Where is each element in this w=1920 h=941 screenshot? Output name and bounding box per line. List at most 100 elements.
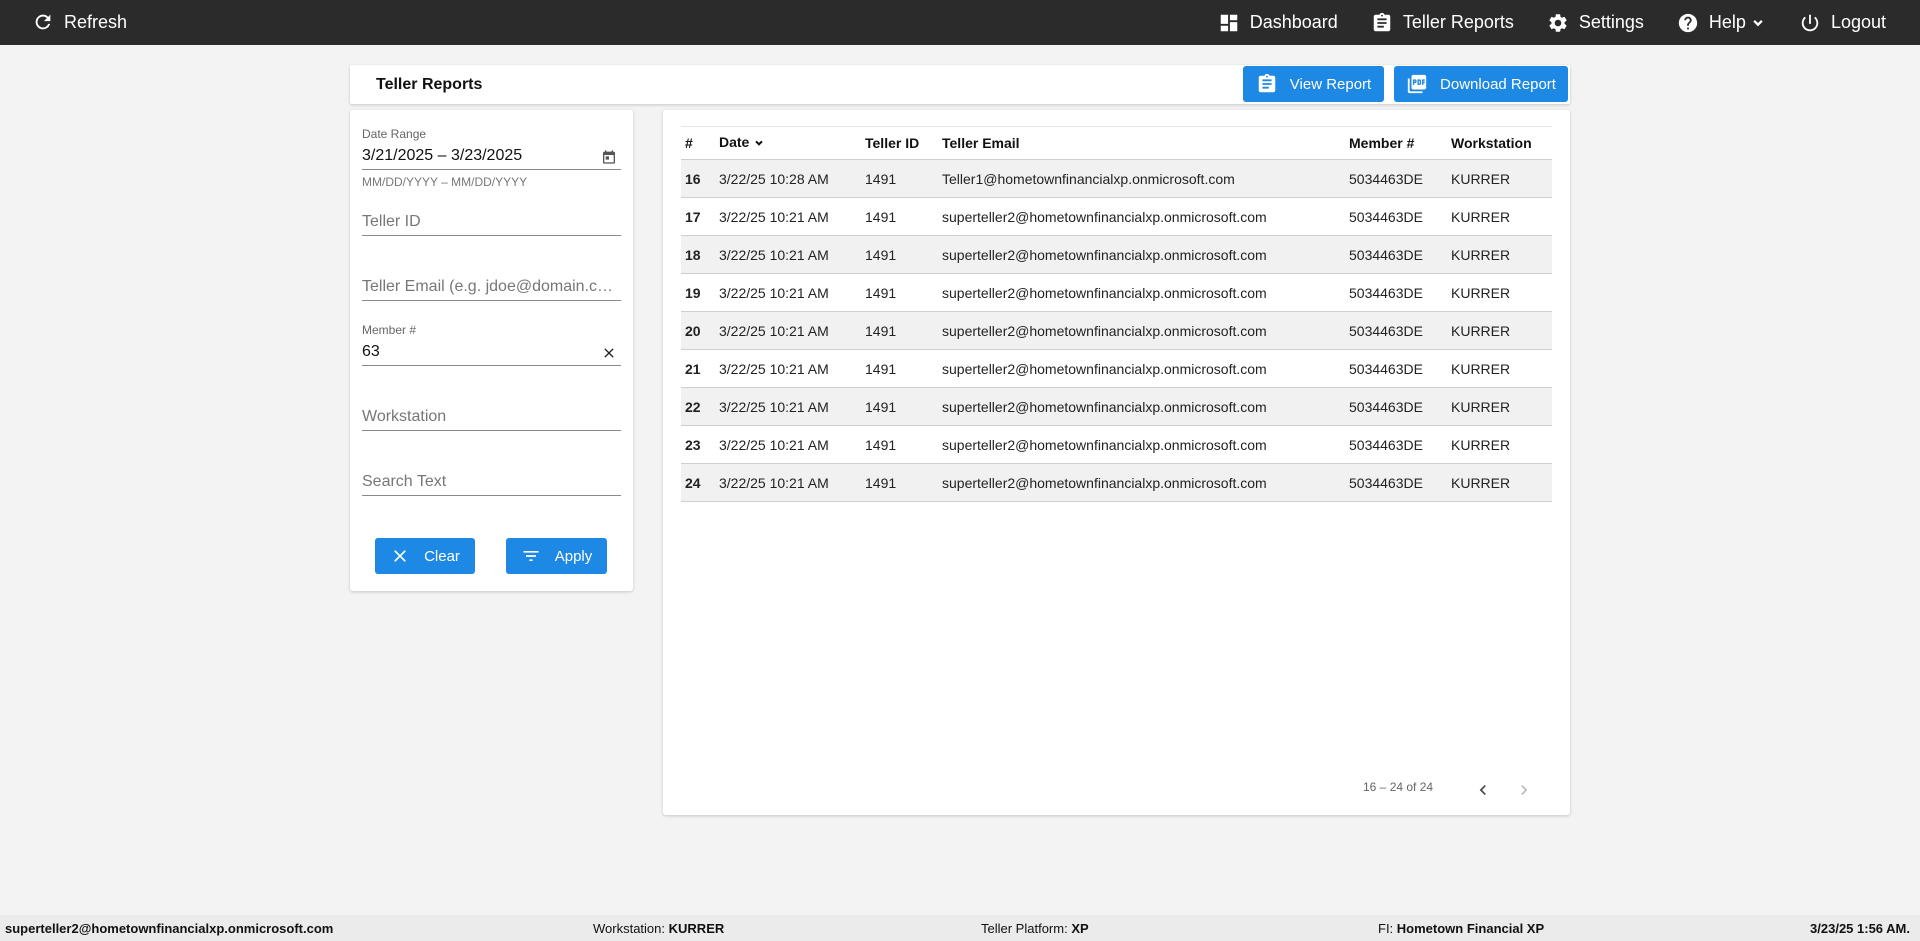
row-workstation: KURRER [1451, 360, 1511, 377]
column-header-member[interactable]: Member # [1345, 127, 1447, 160]
row-teller-id: 1491 [865, 398, 897, 415]
date-range-field[interactable]: Date Range 3/21/2025 – 3/23/2025 MM/DD/Y… [362, 127, 621, 189]
nav-teller-reports[interactable]: Teller Reports [1371, 12, 1514, 34]
view-report-button[interactable]: View Report [1243, 66, 1384, 102]
row-number: 19 [685, 284, 701, 301]
report-header: Teller Reports View Report Download Repo… [350, 65, 1570, 104]
teller-id-input[interactable] [362, 211, 621, 233]
calendar-button[interactable] [601, 149, 617, 170]
nav-dashboard[interactable]: Dashboard [1218, 12, 1338, 34]
member-number-label: Member # [362, 323, 417, 337]
row-teller-id: 1491 [865, 246, 897, 263]
table-row[interactable]: 18 3/22/25 10:21 AM 1491 superteller2@homet… [681, 235, 1552, 274]
apply-label: Apply [554, 547, 593, 565]
results-panel: # Date Teller ID Teller Email Member # W… [663, 110, 1570, 815]
column-header-teller-id[interactable]: Teller ID [861, 127, 938, 160]
page-title: Teller Reports [376, 76, 483, 93]
row-teller-email: superteller2@hometownfinancialxp.onmicro… [942, 474, 1267, 491]
row-workstation: KURRER [1451, 436, 1511, 453]
clear-label: Clear [424, 547, 460, 565]
row-workstation: KURRER [1451, 474, 1511, 491]
download-report-button[interactable]: Download Report [1394, 66, 1568, 102]
teller-email-underline [362, 300, 621, 301]
chevron-right-icon [1521, 785, 1528, 795]
table-row[interactable]: 16 3/22/25 10:28 AM 1491 Teller1@hometownfi… [681, 159, 1552, 198]
row-number: 22 [685, 398, 701, 415]
row-teller-email: superteller2@hometownfinancialxp.onmicro… [942, 436, 1267, 453]
table-row[interactable]: 21 3/22/25 10:21 AM 1491 superteller2@homet… [681, 350, 1552, 388]
refresh-button[interactable]: Refresh [32, 11, 127, 33]
row-member: 5034463DE [1349, 246, 1423, 263]
row-date: 3/22/25 10:21 AM [719, 208, 829, 225]
member-number-field[interactable]: Member # [362, 323, 621, 366]
column-header-number[interactable]: # [681, 127, 715, 160]
row-member: 5034463DE [1349, 436, 1423, 453]
row-teller-email: superteller2@hometownfinancialxp.onmicro… [942, 208, 1267, 225]
search-text-field[interactable] [362, 471, 621, 496]
row-teller-id: 1491 [865, 474, 897, 491]
power-icon [1801, 14, 1819, 31]
column-header-workstation[interactable]: Workstation [1447, 127, 1552, 160]
teller-id-underline [362, 235, 621, 236]
teller-email-input[interactable] [362, 276, 621, 298]
workstation-field[interactable] [362, 406, 621, 431]
row-teller-id: 1491 [865, 170, 897, 187]
date-range-hint: MM/DD/YYYY – MM/DD/YYYY [362, 175, 528, 189]
teller-id-field[interactable] [362, 211, 621, 236]
clear-member-button[interactable] [601, 345, 617, 366]
member-number-input[interactable] [362, 341, 621, 363]
nav-help[interactable]: Help [1677, 12, 1766, 34]
download-report-label: Download Report [1440, 75, 1556, 93]
row-date: 3/22/25 10:21 AM [719, 398, 829, 415]
teller-email-field[interactable] [362, 276, 621, 301]
status-footer: superteller2@hometownfinancialxp.onmicro… [0, 915, 1920, 941]
footer-platform: Teller Platform: XP [981, 921, 1089, 936]
column-header-date-label: Date [719, 134, 750, 151]
table-row[interactable]: 24 3/22/25 10:21 AM 1491 superteller2@homet… [681, 463, 1552, 502]
next-page-button[interactable] [1512, 778, 1536, 802]
row-number: 24 [685, 474, 701, 491]
row-member: 5034463DE [1349, 170, 1423, 187]
row-date: 3/22/25 10:21 AM [719, 360, 829, 377]
row-teller-id: 1491 [865, 360, 897, 377]
row-workstation: KURRER [1451, 170, 1511, 187]
table-row[interactable]: 20 3/22/25 10:21 AM 1491 superteller2@homet… [681, 311, 1552, 350]
row-teller-email: superteller2@hometownfinancialxp.onmicro… [942, 398, 1267, 415]
row-member: 5034463DE [1349, 322, 1423, 339]
row-date: 3/22/25 10:21 AM [719, 474, 829, 491]
nav-logout-label: Logout [1830, 12, 1886, 32]
row-workstation: KURRER [1451, 284, 1511, 301]
nav-settings[interactable]: Settings [1547, 12, 1644, 34]
search-text-input[interactable] [362, 471, 621, 493]
pdf-icon [1407, 74, 1427, 94]
workstation-input[interactable] [362, 406, 621, 428]
row-workstation: KURRER [1451, 246, 1511, 263]
date-range-underline [362, 169, 621, 170]
date-range-value[interactable]: 3/21/2025 – 3/23/2025 [362, 145, 621, 167]
clipboard-icon [1258, 73, 1276, 93]
clear-button[interactable]: Clear [375, 538, 475, 574]
row-date: 3/22/25 10:21 AM [719, 436, 829, 453]
clipboard-icon [1373, 12, 1391, 31]
row-teller-id: 1491 [865, 284, 897, 301]
chevron-left-icon [1479, 785, 1486, 795]
nav-teller-reports-label: Teller Reports [1402, 12, 1514, 32]
table-row[interactable]: 19 3/22/25 10:21 AM 1491 superteller2@homet… [681, 274, 1552, 312]
sort-desc-icon [753, 136, 765, 152]
table-row[interactable]: 22 3/22/25 10:21 AM 1491 superteller2@homet… [681, 387, 1552, 426]
previous-page-button[interactable] [1471, 778, 1495, 802]
table-row[interactable]: 17 3/22/25 10:21 AM 1491 superteller2@homet… [681, 198, 1552, 236]
chevron-down-icon [1753, 19, 1763, 26]
row-workstation: KURRER [1451, 322, 1511, 339]
pagination-range: 16 – 24 of 24 [1363, 780, 1434, 794]
apply-button[interactable]: Apply [506, 538, 607, 574]
member-number-underline [362, 365, 621, 366]
column-header-date[interactable]: Date [715, 127, 861, 160]
footer-user-email: superteller2@hometownfinancialxp.onmicro… [5, 921, 334, 936]
row-number: 20 [685, 322, 701, 339]
top-navbar: Refresh Dashboard Teller Reports Setting… [0, 0, 1920, 45]
column-header-teller-email[interactable]: Teller Email [938, 127, 1345, 160]
row-date: 3/22/25 10:21 AM [719, 322, 829, 339]
table-row[interactable]: 23 3/22/25 10:21 AM 1491 superteller2@homet… [681, 426, 1552, 464]
nav-logout[interactable]: Logout [1799, 12, 1886, 34]
